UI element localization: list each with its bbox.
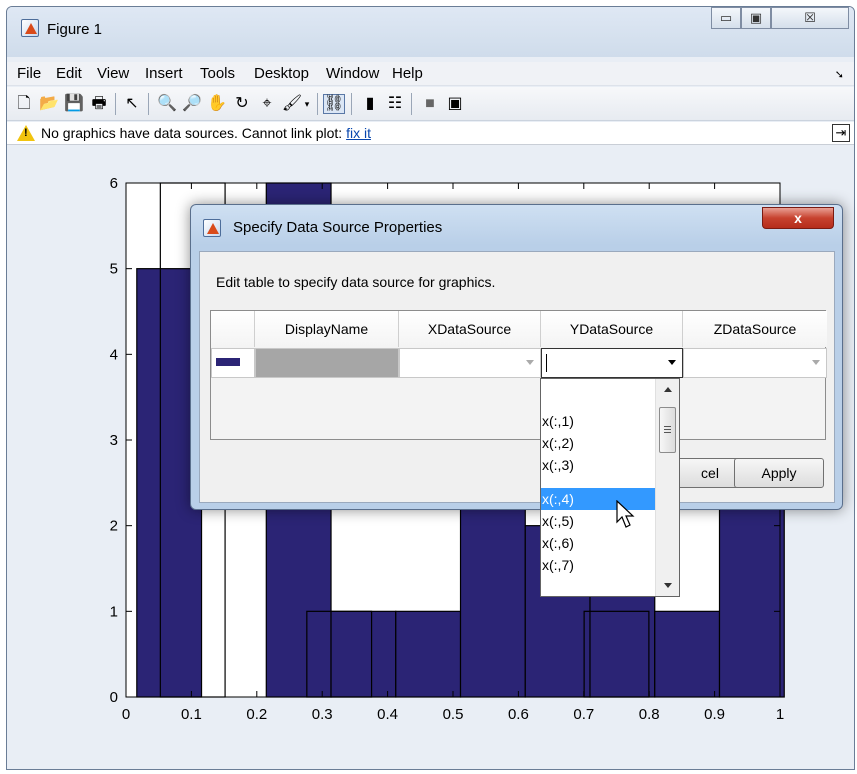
- column-xdatasource[interactable]: XDataSource: [399, 311, 541, 347]
- x-tick-label: 0.2: [246, 706, 267, 723]
- y-tick-label: 6: [110, 175, 118, 192]
- y-tick-label: 4: [110, 346, 118, 363]
- dialog-body: Edit table to specify data source for gr…: [199, 251, 835, 503]
- dropdown-option-6[interactable]: x(:,6): [541, 532, 655, 554]
- cancel-button-label: cel: [701, 465, 719, 481]
- x-tick-label: 1: [776, 706, 784, 723]
- chevron-down-icon: [812, 360, 820, 365]
- ydatasource-dropdown-list[interactable]: x(:,1) x(:,2) x(:,3) x(:,4) x(:,5) x(:,6…: [540, 378, 680, 597]
- column-zdatasource[interactable]: ZDataSource: [683, 311, 827, 347]
- histogram-bar-4: [330, 610, 397, 698]
- displayname-cell[interactable]: [255, 348, 399, 378]
- x-tick-label: 0.3: [312, 706, 333, 723]
- scroll-up-icon[interactable]: [664, 387, 672, 392]
- x-tick-label: 0.6: [508, 706, 529, 723]
- dropdown-option-3[interactable]: x(:,3): [541, 454, 655, 476]
- x-tick-label: 0.4: [377, 706, 398, 723]
- y-tick-label: 0: [110, 689, 118, 706]
- x-tick-label: 0.9: [704, 706, 725, 723]
- matlab-logo-icon: [203, 219, 221, 237]
- y-tick-label: 5: [110, 261, 118, 278]
- text-caret: [546, 354, 547, 372]
- x-tick-label: 0.1: [181, 706, 202, 723]
- ydatasource-dropdown[interactable]: [541, 348, 683, 378]
- dropdown-scrollbar[interactable]: [655, 379, 679, 596]
- dialog-close-button[interactable]: x: [762, 207, 834, 229]
- dialog-instruction: Edit table to specify data source for gr…: [216, 274, 496, 290]
- dialog-title: Specify Data Source Properties: [233, 219, 443, 236]
- x-tick-label: 0.5: [443, 706, 464, 723]
- grip-line: [664, 426, 671, 427]
- column-ydatasource[interactable]: YDataSource: [541, 311, 683, 347]
- grip-line: [664, 432, 671, 433]
- apply-button[interactable]: Apply: [734, 458, 824, 488]
- data-source-table: DisplayName XDataSource YDataSource ZDat…: [210, 310, 827, 440]
- x-tick-label: 0.7: [573, 706, 594, 723]
- zdatasource-dropdown[interactable]: [683, 348, 827, 378]
- grip-line: [664, 429, 671, 430]
- scrollbar-thumb[interactable]: [659, 407, 676, 453]
- x-tick-label: 0.8: [639, 706, 660, 723]
- data-source-dialog: Specify Data Source Properties x Edit ta…: [190, 204, 843, 510]
- chevron-down-icon: [526, 360, 534, 365]
- row-color-swatch: [211, 348, 255, 378]
- dropdown-option-1[interactable]: x(:,1): [541, 410, 655, 432]
- row-header-column: [211, 311, 255, 347]
- dropdown-option-2[interactable]: x(:,2): [541, 432, 655, 454]
- mouse-cursor-icon: [616, 500, 635, 528]
- y-tick-label: 3: [110, 432, 118, 449]
- histogram-bar-5: [395, 610, 462, 698]
- column-displayname[interactable]: DisplayName: [255, 311, 399, 347]
- scroll-down-icon[interactable]: [664, 583, 672, 588]
- series-color-swatch: [216, 358, 240, 366]
- y-tick-label: 2: [110, 518, 118, 535]
- y-tick-label: 1: [110, 603, 118, 620]
- chevron-down-icon: [668, 360, 676, 365]
- x-tick-label: 0: [122, 706, 130, 723]
- xdatasource-dropdown[interactable]: [399, 348, 541, 378]
- histogram-bar-9: [654, 610, 721, 698]
- dropdown-option-7[interactable]: x(:,7): [541, 554, 655, 576]
